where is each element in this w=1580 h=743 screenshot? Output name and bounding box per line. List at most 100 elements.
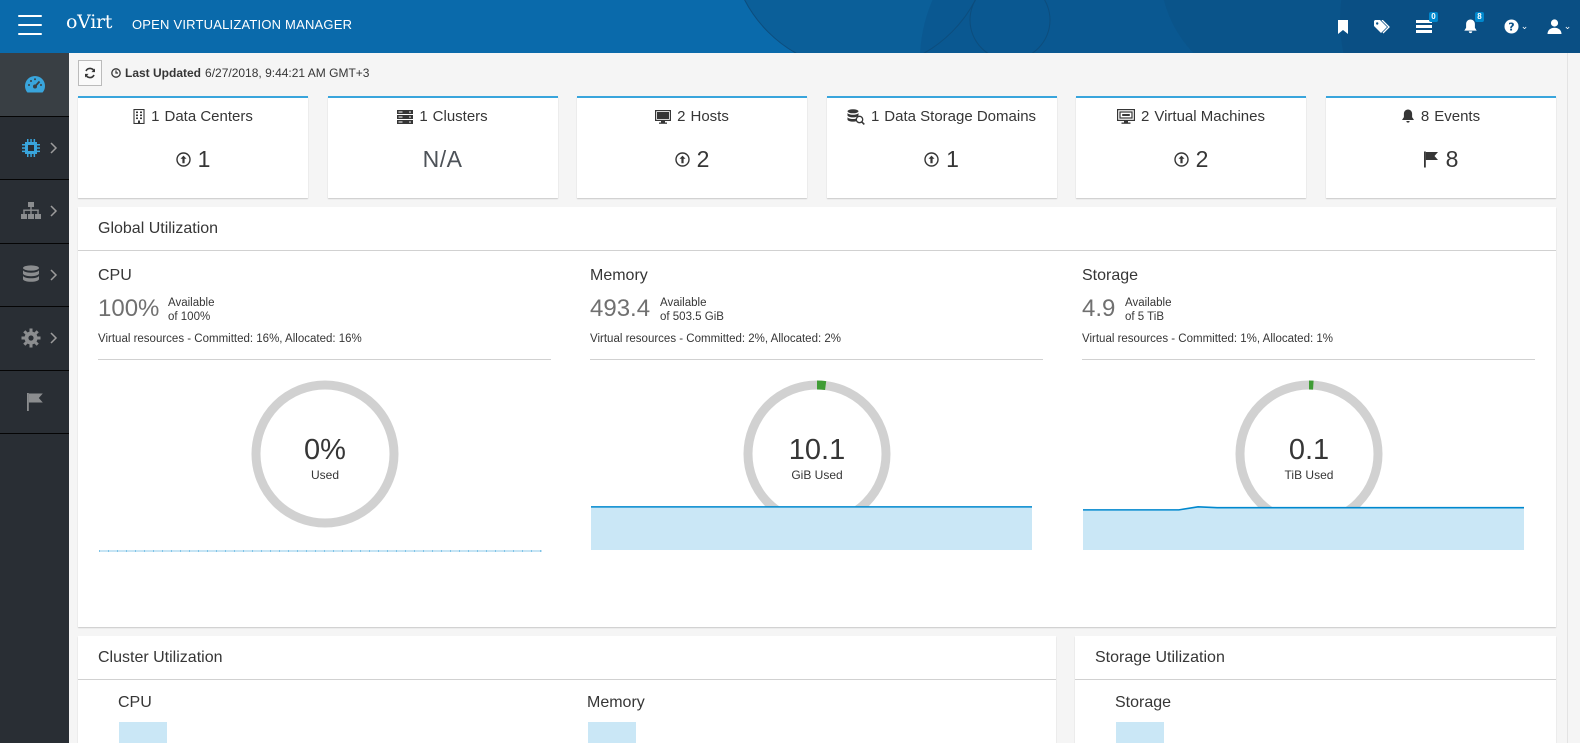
gear-icon	[21, 328, 40, 348]
card-title-link[interactable]: 1 Data Storage Domains	[827, 108, 1057, 125]
nav-item-events[interactable]	[0, 371, 69, 434]
donut-value: 10.1	[788, 434, 846, 466]
nav-item-network[interactable]	[0, 180, 69, 244]
available-of: of 503.5 GiB	[660, 311, 724, 323]
card-label: Virtual Machines	[1154, 108, 1265, 125]
help-icon: ?	[1504, 19, 1519, 34]
divider	[590, 359, 1043, 360]
card-title-link[interactable]: 2 Hosts	[577, 108, 807, 125]
card-value-text: 2	[1195, 146, 1209, 172]
utility-nav: 0 8 ? ⌄ ⌄	[1324, 0, 1580, 53]
panel-title: Storage Utilization	[1075, 636, 1556, 680]
global-utilization-panel: Global Utilization CPU 100% Available of…	[78, 207, 1556, 627]
card-label: Clusters	[432, 108, 488, 125]
notifications-button[interactable]: 8	[1446, 0, 1494, 53]
available-label: Available	[660, 297, 707, 309]
tasks-button[interactable]: 0	[1402, 0, 1446, 53]
sparkline-chart[interactable]	[1082, 504, 1525, 552]
sparkline-area	[1083, 506, 1524, 550]
user-icon	[1547, 19, 1562, 34]
card-value[interactable]: 2	[577, 146, 807, 173]
sparkline-chart[interactable]	[98, 547, 543, 555]
dashboard-main: Last Updated 6/27/2018, 9:44:21 AM GMT+3…	[69, 53, 1580, 743]
chevron-right-icon	[50, 332, 58, 344]
card-value[interactable]: 2	[1076, 146, 1306, 173]
card-value[interactable]: 1	[78, 146, 308, 173]
utilization-title: Memory	[590, 267, 648, 284]
virtual-machine-icon	[1117, 109, 1136, 124]
card-virtual-machines: 2 Virtual Machines 2	[1076, 96, 1306, 198]
divider	[98, 359, 551, 360]
svg-text:?: ?	[1508, 20, 1514, 33]
available-label: Available	[1125, 297, 1172, 309]
divider	[1082, 359, 1535, 360]
arrow-up-circle-icon	[924, 152, 939, 167]
card-title-link[interactable]: 2 Virtual Machines	[1076, 108, 1306, 125]
tags-button[interactable]	[1362, 0, 1402, 53]
nav-toggle-button[interactable]	[18, 15, 42, 35]
storage-title: Storage	[1115, 694, 1172, 711]
virtual-resources: Virtual resources - Committed: 2%, Alloc…	[590, 333, 841, 345]
available-of: of 5 TiB	[1125, 311, 1164, 323]
chevron-down-icon: ⌄	[1563, 21, 1572, 31]
card-title-link[interactable]: 8 Events	[1326, 108, 1556, 125]
chevron-down-icon: ⌄	[1520, 21, 1529, 31]
available-value: 100%	[98, 295, 160, 322]
panel-title: Global Utilization	[78, 207, 1556, 251]
nav-item-compute[interactable]	[0, 117, 69, 180]
card-value-text: 1	[946, 146, 959, 172]
arrow-up-circle-icon	[175, 152, 191, 167]
cluster-memory-heatmap[interactable]	[588, 722, 636, 743]
card-count: 2	[677, 108, 686, 125]
donut-unit: Used	[310, 468, 339, 482]
cluster-utilization-panel: Cluster Utilization CPU Memory	[78, 636, 1056, 743]
donut-value: 0%	[304, 434, 346, 466]
available-value: 4.9	[1082, 295, 1116, 322]
bookmark-icon	[1338, 19, 1348, 34]
panel-title: Cluster Utilization	[78, 636, 1056, 680]
flag-icon	[1423, 151, 1439, 168]
chevron-right-icon	[50, 205, 58, 217]
bookmarks-button[interactable]	[1324, 0, 1362, 53]
clock-icon	[111, 68, 121, 78]
donut-value: 0.1	[1288, 434, 1330, 466]
tasks-count-badge: 0	[1429, 12, 1438, 22]
card-label: Data Centers	[164, 108, 253, 125]
brand-logo[interactable]: oVirt	[66, 11, 112, 33]
card-label: Events	[1434, 108, 1481, 125]
nav-item-dashboard[interactable]	[0, 53, 69, 117]
donut-unit: GiB Used	[791, 468, 843, 482]
last-updated-bar: Last Updated 6/27/2018, 9:44:21 AM GMT+3	[78, 60, 369, 86]
bell-icon	[1401, 109, 1415, 124]
sparkline-chart[interactable]	[590, 504, 1033, 552]
donut-unit: TiB Used	[1284, 468, 1334, 482]
last-updated-value: 6/27/2018, 9:44:21 AM GMT+3	[205, 66, 370, 80]
card-label: Hosts	[690, 108, 729, 125]
card-value: N/A	[328, 146, 558, 173]
card-count: 1	[151, 108, 160, 125]
building-icon	[133, 109, 145, 124]
refresh-button[interactable]	[78, 60, 102, 86]
help-menu-button[interactable]: ? ⌄	[1494, 0, 1538, 53]
nav-item-storage[interactable]	[0, 244, 69, 307]
nav-item-administration[interactable]	[0, 307, 69, 371]
donut-chart[interactable]: 0% Used	[250, 379, 400, 529]
card-hosts: 2 Hosts 2	[577, 96, 807, 198]
user-menu-button[interactable]: ⌄	[1538, 0, 1580, 53]
storage-icon	[22, 265, 39, 282]
utilization-title: CPU	[98, 267, 132, 284]
page-scrollbar[interactable]	[1567, 53, 1580, 743]
card-value[interactable]: 8	[1326, 146, 1556, 173]
available-of: of 100%	[168, 311, 211, 323]
available-label: Available	[168, 297, 215, 309]
monitor-icon	[655, 109, 672, 124]
arrow-up-circle-icon	[1173, 152, 1189, 167]
card-value[interactable]: 1	[827, 146, 1057, 173]
card-title-link[interactable]: 1 Data Centers	[78, 108, 308, 125]
storage-heatmap[interactable]	[1116, 722, 1164, 743]
dashboard-icon	[24, 76, 45, 93]
events-count-badge: 8	[1475, 12, 1484, 22]
card-title-link[interactable]: 1 Clusters	[328, 108, 558, 125]
virtual-resources: Virtual resources - Committed: 16%, Allo…	[98, 333, 362, 345]
cluster-cpu-heatmap[interactable]	[119, 722, 167, 743]
